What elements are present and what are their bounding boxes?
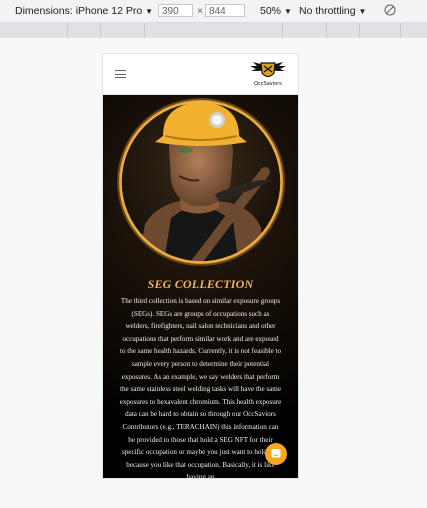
miner-portrait-image — [117, 98, 285, 266]
seg-collection-section: SEG COLLECTION The third collection is b… — [103, 95, 298, 478]
media-query-ruler[interactable] — [0, 23, 427, 38]
hamburger-menu-icon[interactable] — [115, 70, 126, 78]
chevron-down-icon: ▼ — [358, 7, 367, 16]
device-dimensions-label: Dimensions: iPhone 12 Pro — [15, 5, 143, 17]
site-header: OccSaviors — [103, 54, 298, 95]
rotate-icon[interactable] — [384, 4, 396, 16]
section-body-text: The third collection is based on similar… — [119, 297, 282, 478]
dimension-separator: × — [197, 5, 204, 17]
device-dropdown[interactable]: Dimensions: iPhone 12 Pro ▼ — [15, 5, 153, 17]
section-title: SEG COLLECTION — [147, 277, 254, 291]
logo-emblem-icon — [250, 62, 286, 78]
throttling-label: No throttling — [299, 5, 356, 17]
height-input[interactable]: 844 — [205, 4, 245, 17]
devtools-device-toolbar: Dimensions: iPhone 12 Pro ▼ 390 × 844 50… — [0, 0, 427, 23]
throttling-dropdown[interactable]: No throttling ▼ — [299, 5, 366, 17]
width-input[interactable]: 390 — [158, 4, 193, 17]
chevron-down-icon: ▼ — [283, 7, 292, 16]
logo-text: OccSaviors — [254, 81, 282, 87]
site-logo[interactable]: OccSaviors — [247, 60, 289, 90]
chat-icon — [271, 449, 281, 458]
device-viewport: OccSaviors SEG COLLECTION The third coll… — [103, 54, 298, 478]
zoom-label: 50% — [260, 5, 282, 17]
zoom-dropdown[interactable]: 50% ▼ — [260, 5, 292, 17]
chevron-down-icon: ▼ — [145, 7, 154, 16]
chat-button[interactable] — [265, 443, 287, 465]
